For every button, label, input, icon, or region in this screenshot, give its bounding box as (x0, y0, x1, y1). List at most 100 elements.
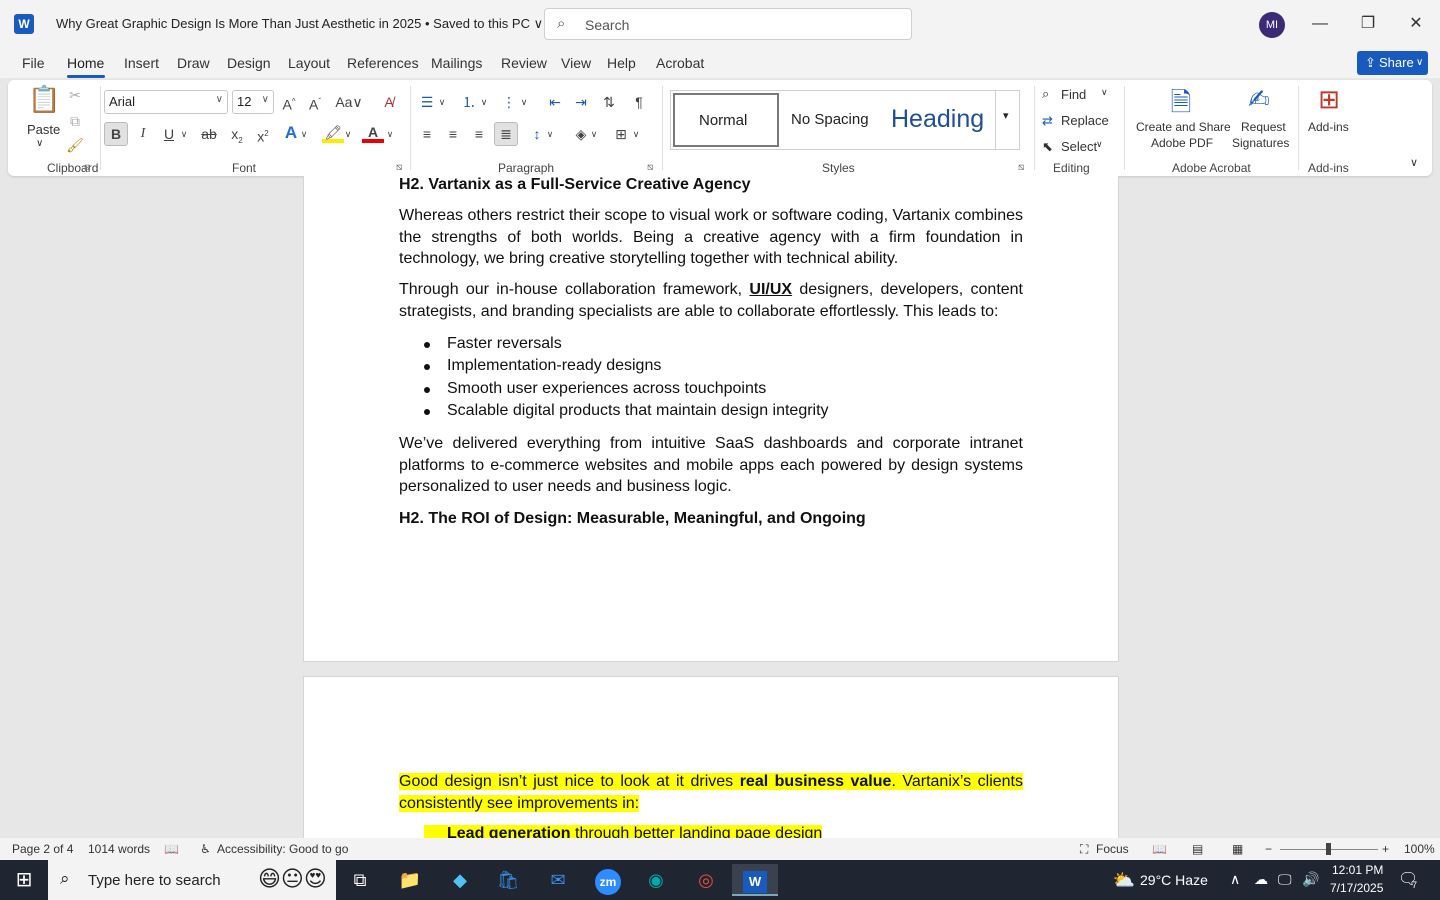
grow-font-icon[interactable]: A^ (278, 91, 300, 113)
addins-icon[interactable]: ⊞ (1314, 84, 1344, 115)
show-hidden-icons-icon[interactable]: ∧ (1230, 871, 1240, 888)
font-color-icon[interactable]: A (362, 121, 384, 143)
styles-launcher-icon[interactable]: ⧅ (1018, 162, 1024, 173)
chevron-down-icon[interactable]: ∨ (478, 91, 490, 113)
tab-help[interactable]: Help (607, 55, 636, 71)
zoom-out-icon[interactable]: − (1265, 842, 1272, 856)
multilevel-list-icon[interactable]: ⋮ (498, 91, 520, 113)
tab-acrobat[interactable]: Acrobat (656, 55, 704, 71)
tab-design[interactable]: Design (227, 55, 271, 71)
style-heading[interactable]: Heading (887, 93, 993, 147)
chevron-down-icon[interactable]: ∨ (630, 123, 642, 145)
mail-icon[interactable]: ✉ (538, 864, 578, 896)
chevron-down-icon[interactable]: ∨ (518, 91, 530, 113)
request-signatures-line1[interactable]: Request (1241, 120, 1286, 134)
chevron-down-icon[interactable]: ∨ (1096, 139, 1103, 150)
zoom-app-icon[interactable]: zm (588, 864, 628, 896)
task-view-icon[interactable]: ⧉ (340, 864, 380, 896)
print-layout-icon[interactable]: ▤ (1192, 842, 1203, 856)
chevron-down-icon[interactable]: ∨ (544, 123, 556, 145)
request-signatures-line2[interactable]: Signatures (1232, 136, 1289, 150)
chevron-down-icon[interactable]: ∨ (178, 123, 190, 145)
zoom-level[interactable]: 100% (1404, 842, 1435, 856)
network-icon[interactable]: 🖵 (1278, 871, 1292, 888)
volume-icon[interactable]: 🔊 (1302, 871, 1319, 888)
highlight-color-icon[interactable]: 🖍 (322, 121, 344, 143)
paste-button[interactable]: Paste (27, 122, 60, 137)
weather-text[interactable]: 29°C Haze (1140, 872, 1208, 888)
chevron-down-icon[interactable]: ∨ (1101, 87, 1108, 98)
chevron-down-icon[interactable]: ∨ (342, 123, 354, 145)
zoom-slider-thumb[interactable] (1326, 843, 1331, 855)
word-count[interactable]: 1014 words (88, 842, 150, 856)
file-explorer-icon[interactable]: 📁 (390, 864, 430, 896)
proofing-icon[interactable]: 📖 (164, 842, 179, 856)
select-button[interactable]: Select (1061, 139, 1097, 154)
restore-icon[interactable]: ❐ (1356, 12, 1380, 36)
styles-more-button[interactable]: ▾ (995, 91, 1019, 149)
bold-button[interactable]: B (104, 122, 128, 146)
request-signatures-icon[interactable]: ✍ (1244, 84, 1274, 115)
align-right-icon[interactable]: ≡ (468, 123, 490, 145)
create-share-pdf-line1[interactable]: Create and Share (1136, 120, 1231, 134)
cut-icon[interactable]: ✂ (64, 84, 86, 106)
onedrive-icon[interactable]: ☁ (1254, 871, 1268, 888)
accessibility-status[interactable]: Accessibility: Good to go (217, 842, 348, 856)
word-taskbar-icon[interactable]: W (732, 864, 778, 896)
tab-insert[interactable]: Insert (124, 55, 159, 71)
chevron-down-icon[interactable]: ∨ (588, 123, 600, 145)
find-icon[interactable]: ⌕ (1042, 86, 1049, 102)
paste-chevron-icon[interactable]: ∨ (36, 138, 43, 149)
show-formatting-icon[interactable]: ¶ (628, 91, 650, 113)
font-size-select[interactable]: 12 ∨ (232, 90, 274, 114)
chevron-down-icon[interactable]: ∨ (384, 123, 396, 145)
tab-review[interactable]: Review (501, 55, 547, 71)
addins-button[interactable]: Add-ins (1308, 120, 1349, 134)
focus-button[interactable]: Focus (1096, 842, 1129, 856)
document-page[interactable]: Good design isn’t just nice to look at i… (303, 676, 1119, 839)
weather-icon[interactable]: ⛅ (1104, 864, 1144, 896)
page-count[interactable]: Page 2 of 4 (12, 842, 73, 856)
style-normal[interactable]: Normal (673, 93, 779, 147)
change-case-icon[interactable]: Aa∨ (334, 91, 364, 113)
justify-icon[interactable]: ≣ (494, 122, 518, 146)
select-icon[interactable]: ⬉ (1042, 139, 1053, 155)
paragraph-launcher-icon[interactable]: ⧅ (647, 162, 653, 173)
tab-draw[interactable]: Draw (177, 55, 210, 71)
document-page[interactable]: H2. Vartanix as a Full-Service Creative … (303, 176, 1119, 662)
clipboard-launcher-icon[interactable]: ⧅ (84, 162, 90, 173)
paste-icon[interactable]: 📋 (28, 84, 60, 118)
shrink-font-icon[interactable]: Aˇ (304, 91, 326, 113)
font-launcher-icon[interactable]: ⧅ (396, 162, 402, 173)
format-painter-icon[interactable]: 🖌 (64, 134, 86, 156)
copy-icon[interactable]: ⧉ (64, 110, 86, 132)
italic-button[interactable]: I (132, 123, 154, 145)
tab-layout[interactable]: Layout (288, 55, 330, 71)
windows-start-icon[interactable]: ⊞ (4, 864, 44, 896)
replace-button[interactable]: Replace (1061, 113, 1109, 128)
tab-mailings[interactable]: Mailings (431, 55, 482, 71)
borders-icon[interactable]: ⊞ (610, 123, 632, 145)
numbering-icon[interactable]: ⒈ (458, 91, 480, 113)
app-icon[interactable]: ◆ (440, 864, 480, 896)
font-family-select[interactable]: Arial ∨ (104, 90, 228, 114)
clear-formatting-icon[interactable]: A̸ (378, 91, 400, 113)
zoom-in-icon[interactable]: + (1382, 842, 1389, 856)
taskbar-search[interactable]: ⌕ Type here to search 😄😐😍 (48, 860, 336, 900)
chevron-down-icon[interactable]: ∨ (298, 123, 310, 145)
close-icon[interactable]: ✕ (1404, 12, 1428, 36)
chevron-down-icon[interactable]: ∨ (436, 91, 448, 113)
web-layout-icon[interactable]: ▦ (1232, 842, 1243, 856)
sort-icon[interactable]: ⇅ (598, 91, 620, 113)
read-mode-icon[interactable]: 📖 (1152, 842, 1167, 856)
microsoft-store-icon[interactable]: 🛍 (488, 864, 528, 896)
bullets-icon[interactable]: ☰ (416, 91, 438, 113)
tab-references[interactable]: References (347, 55, 419, 71)
align-left-icon[interactable]: ≡ (416, 123, 438, 145)
find-button[interactable]: Find (1061, 87, 1086, 102)
increase-indent-icon[interactable]: ⇥ (570, 91, 592, 113)
tab-view[interactable]: View (561, 55, 591, 71)
superscript-button[interactable]: x2 (252, 123, 274, 145)
clock-date[interactable]: 7/17/2025 (1330, 881, 1383, 895)
document-title[interactable]: Why Great Graphic Design Is More Than Ju… (56, 16, 543, 32)
